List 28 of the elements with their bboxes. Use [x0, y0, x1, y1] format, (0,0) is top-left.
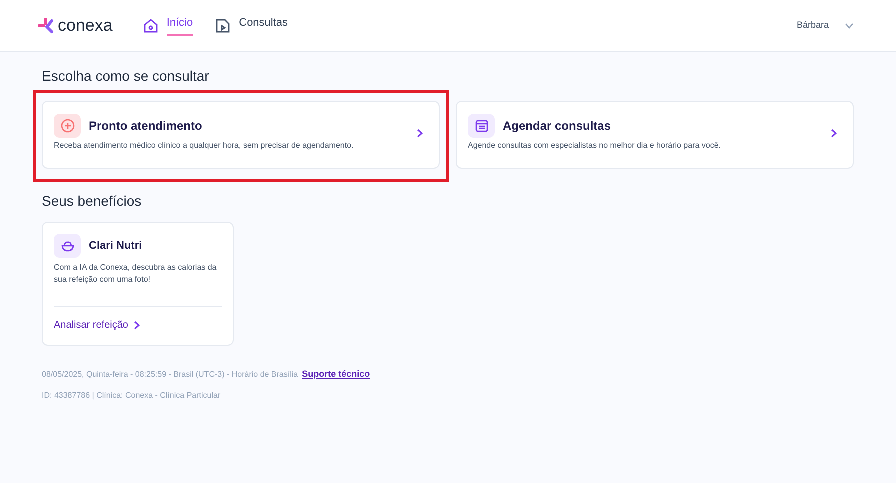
chevron-right-icon [417, 129, 423, 138]
option-card[interactable]: Agendar consultas Agende consultas com especialistas no melhor dia e horário para você. [456, 101, 854, 169]
home-icon [142, 18, 159, 34]
chevron-right-icon [831, 129, 837, 138]
benefit-description: Com a IA da Conexa, descubra as calorias da sua refeição com uma foto! [54, 262, 218, 286]
benefit-title: Clari Nutri [89, 238, 142, 254]
document-icon [215, 18, 232, 34]
calendar-icon [468, 114, 495, 138]
support-link[interactable]: Suporte técnico [302, 368, 370, 382]
option-title: Pronto atendimento [89, 118, 202, 134]
option-title: Agendar consultas [503, 118, 612, 134]
bowl-icon [54, 234, 81, 258]
option-description: Agende consultas com especialistas no melhor dia e horário para você. [468, 140, 722, 152]
chevron-down-icon[interactable] [845, 22, 854, 28]
chevron-right-icon [134, 320, 140, 330]
section-title: Escolha como se consultar [42, 67, 210, 86]
section-title: Seus benefícios [42, 192, 143, 211]
nav-tab[interactable]: Início [142, 15, 194, 36]
user-name[interactable]: Bárbara [796, 18, 829, 32]
option-description: Receba atendimento médico clínico a qualquer hora, sem precisar de agendamento. [54, 140, 355, 152]
logo-icon [38, 18, 54, 34]
clinic-info-text: ID: 43387786 | Clínica: Conexa - Clínica Particular [42, 390, 222, 402]
date-time-text: 08/05/2025, Quinta-feira - 08:25:59 - Brasil (UTC-3) - Horário de Brasília [42, 368, 298, 381]
medical-cross-icon [54, 114, 81, 138]
analyze-meal-link[interactable]: Analisar refeição [54, 307, 222, 345]
option-card[interactable]: Pronto atendimento Receba atendimento médico clínico a qualquer hora, sem precisar de agendamento. [42, 101, 440, 169]
nav-tab[interactable]: Consultas [215, 15, 288, 36]
logo-text: conexa [58, 17, 113, 34]
